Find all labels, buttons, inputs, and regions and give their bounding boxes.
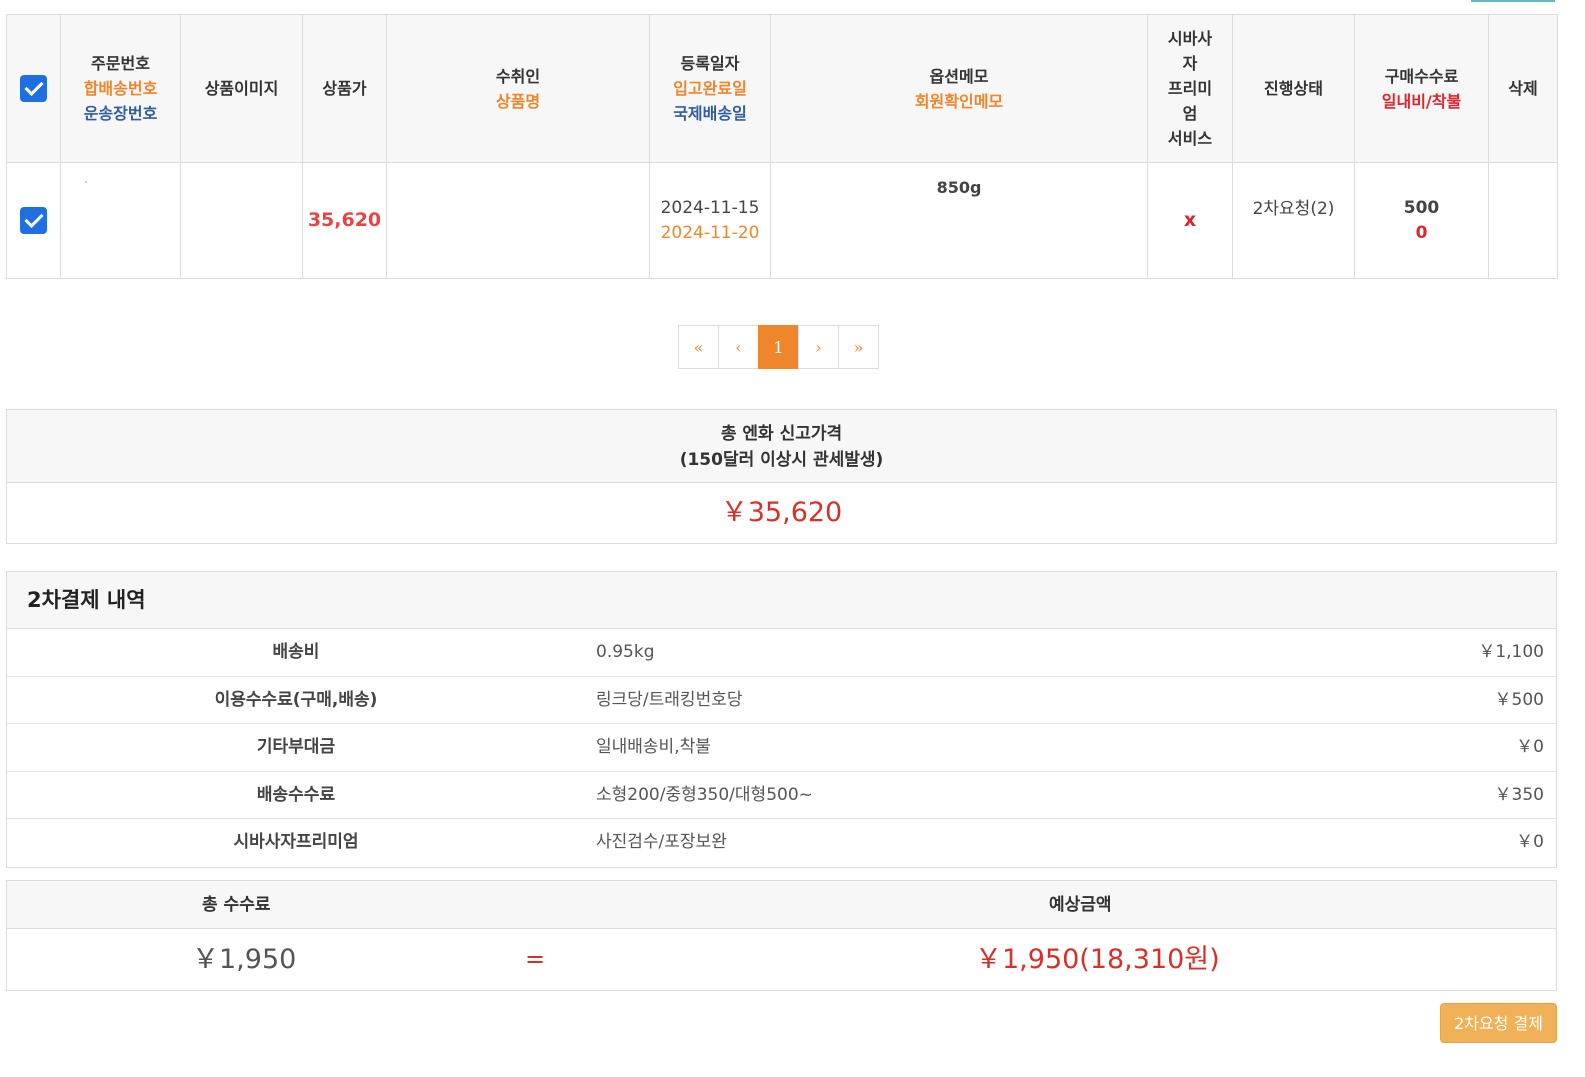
header-combined-no-label: 합배송번호 — [83, 79, 158, 98]
payment-row-amount: ￥0 — [1516, 832, 1544, 852]
row-dates-cell: 2024-11-15 2024-11-20 — [649, 162, 771, 279]
row-stock-date: 2024-11-20 — [660, 222, 760, 243]
row-select-cell — [6, 162, 61, 279]
header-delete: 삭제 — [1488, 14, 1558, 163]
header-order-no: 주문번호 합배송번호 운송장번호 — [60, 14, 181, 163]
table-header-row: 주문번호 합배송번호 운송장번호 상품이미지 상품가 수취인 상품명 등록일자 … — [6, 14, 1558, 163]
header-recipient: 수취인 상품명 — [386, 14, 650, 163]
header-purchase-fee: 구매수수료 일내비/착불 — [1354, 14, 1489, 163]
payment-row-shipping: 배송비 0.95kg ￥1,100 — [7, 629, 1556, 677]
header-tracking-no-label: 운송장번호 — [83, 104, 158, 123]
header-select-cell — [6, 14, 61, 163]
row-checkbox[interactable] — [20, 207, 47, 234]
payment-row-desc: 사진검수/포장보완 — [596, 832, 727, 852]
order-no-placeholder — [85, 180, 87, 183]
equals-sign: = — [525, 945, 546, 973]
payment-row-label: 배송비 — [272, 642, 320, 662]
header-order-no-label: 주문번호 — [91, 54, 150, 73]
top-action-button-edge[interactable] — [1471, 0, 1555, 2]
payment-row-amount: ￥350 — [1494, 784, 1544, 805]
payment-row-desc: 0.95kg — [596, 642, 655, 662]
row-status-cell: 2차요청(2) — [1232, 162, 1355, 279]
page-last-button[interactable]: » — [838, 325, 879, 369]
payment-row-label: 기타부대금 — [256, 737, 336, 757]
page-current-button[interactable]: 1 — [758, 325, 799, 369]
row-status: 2차요청(2) — [1252, 199, 1335, 219]
header-option-memo-label: 옵션메모 — [929, 66, 989, 86]
header-product-image: 상품이미지 — [180, 14, 303, 163]
header-stock-date-label: 입고완료일 — [673, 79, 747, 98]
page-next-button[interactable]: › — [798, 325, 839, 369]
header-purchase-fee-label: 구매수수료 — [1384, 66, 1459, 86]
row-price-cell: 35,620 — [302, 162, 387, 279]
row-option-memo: 850g — [936, 178, 982, 197]
second-payment-title: 2차결제 내역 — [7, 572, 1556, 629]
declared-value-box: 총 엔화 신고가격 (150달러 이상시 관세발생) ￥35,620 — [6, 409, 1557, 544]
declared-value-subtitle: (150달러 이상시 관세발생) — [679, 450, 884, 470]
order-table: 주문번호 합배송번호 운송장번호 상품이미지 상품가 수취인 상품명 등록일자 … — [6, 14, 1558, 279]
payment-row-service-fee: 이용수수료(구매,배송) 링크당/트래킹번호당 ￥500 — [7, 677, 1556, 724]
row-option-memo-cell: 850g — [770, 162, 1148, 279]
row-price: 35,620 — [307, 208, 382, 231]
declared-value-amount: ￥35,620 — [720, 497, 843, 528]
payment-row-amount: ￥1,100 — [1478, 642, 1544, 662]
header-recipient-label: 수취인 — [495, 66, 541, 86]
pagination: « ‹ 1 › » — [678, 325, 879, 369]
header-product-name-label: 상품명 — [495, 91, 541, 111]
payment-row-label: 이용수수료(구매,배송) — [214, 689, 378, 710]
row-fee-cell: 500 0 — [1354, 162, 1489, 279]
table-row: 35,620 2024-11-15 2024-11-20 850g x 2차요청… — [6, 162, 1558, 279]
payment-row-premium: 시바사자프리미엄 사진검수/포장보완 ￥0 — [7, 819, 1556, 867]
row-recipient-cell — [386, 162, 650, 279]
page-first-button[interactable]: « — [678, 325, 719, 369]
payment-row-label: 배송수수료 — [256, 784, 336, 805]
header-premium-line: 서비스 — [1167, 129, 1213, 148]
select-all-checkbox[interactable] — [20, 75, 47, 102]
totals-box: 총 수수료 예상금액 ￥1,950 = ￥1,950(18,310원) — [6, 880, 1557, 991]
row-purchase-fee: 500 — [1403, 197, 1440, 218]
total-fee-label: 총 수수료 — [202, 895, 271, 915]
header-member-memo-label: 회원확인메모 — [914, 91, 1004, 111]
header-option-memo: 옵션메모 회원확인메모 — [770, 14, 1148, 163]
row-jp-ship-cod: 0 — [1415, 222, 1428, 243]
expected-amount-value: ￥1,950(18,310원) — [975, 944, 1220, 975]
header-reg-date-label: 등록일자 — [680, 54, 740, 73]
header-premium-line: 엄 — [1182, 104, 1198, 123]
payment-row-delivery-fee: 배송수수료 소형200/중형350/대형500~ ￥350 — [7, 772, 1556, 819]
total-fee-value: ￥1,950 — [192, 944, 297, 975]
totals-body: ￥1,950 = ￥1,950(18,310원) — [7, 929, 1556, 990]
header-intl-ship-date-label: 국제배송일 — [673, 104, 747, 123]
row-reg-date: 2024-11-15 — [660, 197, 760, 218]
row-order-no-cell — [60, 162, 181, 279]
header-premium-service: 시바사 자 프리미 엄 서비스 — [1147, 14, 1233, 163]
declared-value-header: 총 엔화 신고가격 (150달러 이상시 관세발생) — [7, 410, 1556, 483]
payment-row-desc: 링크당/트래킹번호당 — [596, 689, 743, 710]
header-premium-line: 시바사 — [1167, 29, 1213, 48]
page-prev-button[interactable]: ‹ — [718, 325, 759, 369]
second-request-pay-button[interactable]: 2차요청 결제 — [1440, 1003, 1557, 1043]
header-jp-ship-cod-label: 일내비/착불 — [1381, 91, 1462, 111]
declared-value-title: 총 엔화 신고가격 — [720, 424, 843, 444]
payment-row-amount: ￥500 — [1494, 689, 1544, 710]
header-premium-line: 프리미 — [1167, 79, 1213, 98]
payment-row-desc: 일내배송비,착불 — [596, 737, 711, 757]
header-product-price: 상품가 — [302, 14, 387, 163]
header-status: 진행상태 — [1232, 14, 1355, 163]
row-delete-cell — [1488, 162, 1558, 279]
expected-amount-label: 예상금액 — [1049, 895, 1112, 915]
header-premium-line: 자 — [1182, 54, 1198, 73]
header-reg-date: 등록일자 입고완료일 국제배송일 — [649, 14, 771, 163]
payment-row-misc: 기타부대금 일내배송비,착불 ￥0 — [7, 724, 1556, 772]
payment-row-label: 시바사자프리미엄 — [233, 832, 359, 852]
totals-header: 총 수수료 예상금액 — [7, 881, 1556, 929]
row-premium-x: x — [1183, 208, 1197, 231]
payment-row-amount: ￥0 — [1516, 737, 1544, 757]
second-payment-details: 2차결제 내역 배송비 0.95kg ￥1,100 이용수수료(구매,배송) 링… — [6, 571, 1557, 868]
payment-row-desc: 소형200/중형350/대형500~ — [596, 784, 813, 805]
row-product-image-cell — [180, 162, 303, 279]
row-premium-cell: x — [1147, 162, 1233, 279]
